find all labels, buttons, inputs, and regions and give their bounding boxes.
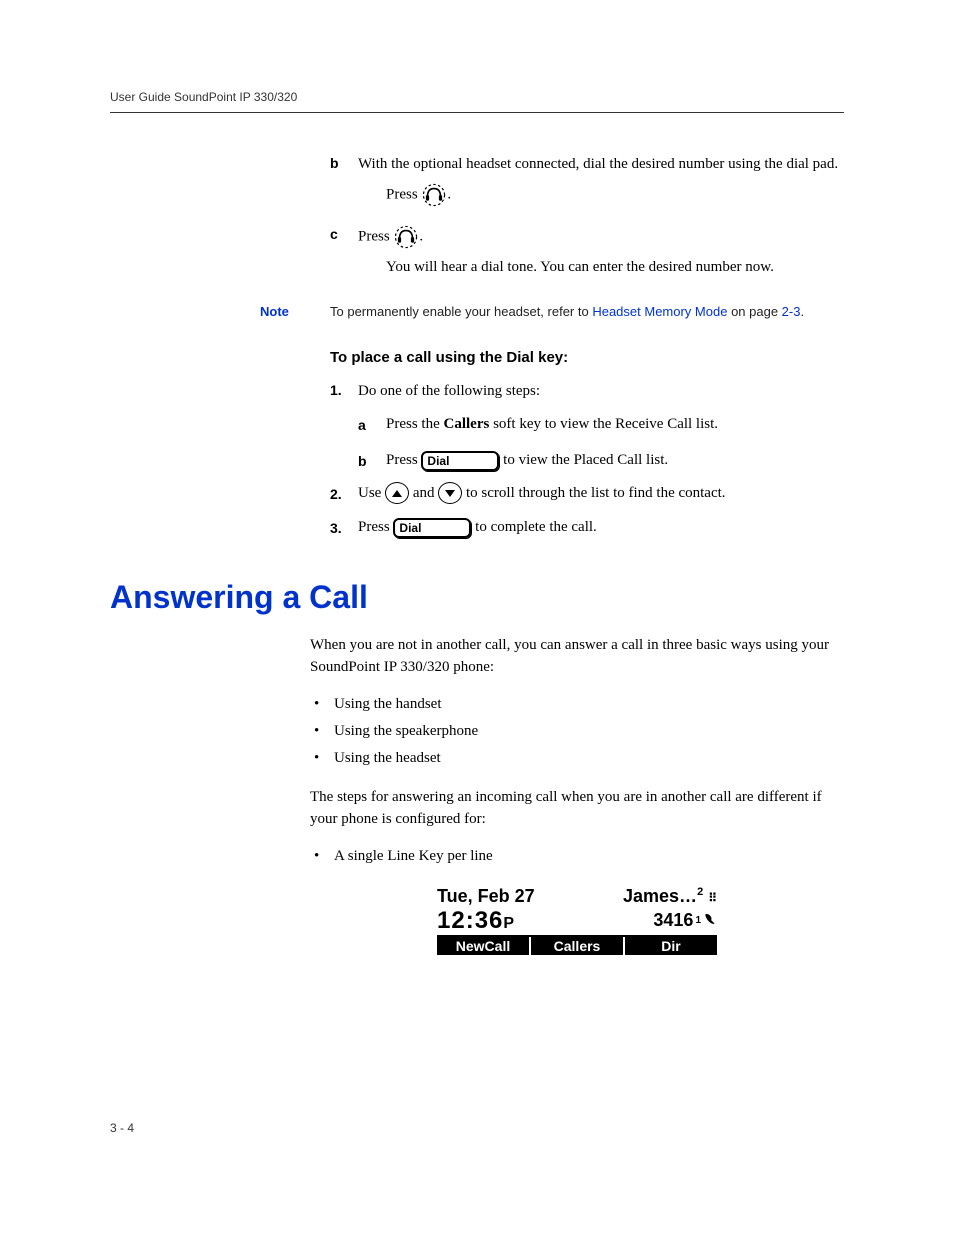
lcd-ext: 3416 xyxy=(653,910,693,931)
lcd-name-badge: 2 xyxy=(697,886,703,898)
s2-before: Use xyxy=(358,485,385,501)
lcd-ampm: P xyxy=(503,915,515,932)
list-item: Using the handset xyxy=(310,691,844,718)
step-1b-letter: b xyxy=(358,451,386,469)
step-2-num: 2. xyxy=(330,484,358,502)
note-before: To permanently enable your headset, refe… xyxy=(330,304,592,319)
step-1-num: 1. xyxy=(330,380,358,398)
phone-lcd-display: Tue, Feb 27 James…2 ⠿ 12:36P 34161 NewCa… xyxy=(437,886,717,955)
note-mid: on page xyxy=(727,304,781,319)
step-b-row: b With the optional headset connected, d… xyxy=(330,153,844,214)
answering-content: When you are not in another call, you ca… xyxy=(310,634,844,955)
lcd-row-1: Tue, Feb 27 James…2 ⠿ xyxy=(437,886,717,907)
s3-before: Press xyxy=(358,519,393,535)
note-row: Note To permanently enable your headset,… xyxy=(260,304,844,319)
step-1a-row: a Press the Callers soft key to view the… xyxy=(358,413,844,436)
note-text: To permanently enable your headset, refe… xyxy=(330,304,844,319)
note-page-link[interactable]: 2-3 xyxy=(782,304,801,319)
page-header: User Guide SoundPoint IP 330/320 xyxy=(110,90,844,104)
softkey-callers: Callers xyxy=(531,937,625,955)
header-rule xyxy=(110,112,844,113)
s2-after: to scroll through the list to find the c… xyxy=(466,485,726,501)
page-footer: 3 - 4 xyxy=(110,1121,134,1135)
step-2-body: Use and to scroll through the list to fi… xyxy=(358,482,844,505)
lcd-row-2: 12:36P 34161 xyxy=(437,907,717,935)
s2-mid: and xyxy=(413,485,438,501)
s1a-after: soft key to view the Receive Call list. xyxy=(489,416,718,432)
lcd-softkey-row: NewCall Callers Dir xyxy=(437,935,717,955)
lcd-ext-cell: 34161 xyxy=(653,907,717,935)
step-c-row: c Press . You will hear a dial tone. You… xyxy=(330,224,844,285)
step-c-press-word: Press xyxy=(358,228,393,244)
list-item: A single Line Key per line xyxy=(310,843,844,870)
lcd-date: Tue, Feb 27 xyxy=(437,886,535,907)
lcd-name-cell: James…2 ⠿ xyxy=(623,886,717,907)
s1a-before: Press the xyxy=(386,416,444,432)
step-1-row: 1. Do one of the following steps: xyxy=(330,380,844,403)
dial-key-button: Dial xyxy=(393,518,471,538)
content-block-top: b With the optional headset connected, d… xyxy=(330,153,844,284)
step-c-period: . xyxy=(419,228,423,244)
step-b-press-word: Press xyxy=(386,186,421,202)
step-1a-letter: a xyxy=(358,415,386,433)
para2: The steps for answering an incoming call… xyxy=(310,786,844,831)
list-item: Using the headset xyxy=(310,745,844,772)
lcd-name: James… xyxy=(623,886,697,906)
step-b-text1: With the optional headset connected, dia… xyxy=(358,156,838,172)
up-arrow-icon xyxy=(385,482,409,504)
config-list: A single Line Key per line xyxy=(310,843,844,870)
lcd-ext-badge: 1 xyxy=(695,915,701,926)
list-item: Using the speakerphone xyxy=(310,718,844,745)
step-1a-body: Press the Callers soft key to view the R… xyxy=(386,413,844,436)
s3-after: to complete the call. xyxy=(475,519,597,535)
note-after: . xyxy=(800,304,804,319)
section-title-answering: Answering a Call xyxy=(110,579,844,616)
content-block-dialkey: To place a call using the Dial key: 1. D… xyxy=(330,349,844,539)
headset-icon xyxy=(421,182,447,208)
keypad-icon: ⠿ xyxy=(708,891,717,905)
ways-list: Using the handset Using the speakerphone… xyxy=(310,691,844,772)
step-c-body: Press . You will hear a dial tone. You c… xyxy=(358,224,844,285)
dial-key-subhead: To place a call using the Dial key: xyxy=(330,349,844,366)
softkey-newcall: NewCall xyxy=(437,937,531,955)
step-1b-body: Press Dial to view the Placed Call list. xyxy=(386,449,844,472)
s1a-bold: Callers xyxy=(444,416,490,432)
note-link[interactable]: Headset Memory Mode xyxy=(592,304,727,319)
para1: When you are not in another call, you ca… xyxy=(310,634,844,679)
phone-handset-icon xyxy=(703,910,717,931)
step-1b-row: b Press Dial to view the Placed Call lis… xyxy=(358,449,844,472)
step-1-text: Do one of the following steps: xyxy=(358,380,844,403)
step-b-press-line: Press . xyxy=(386,182,844,208)
step-b-letter: b xyxy=(330,153,358,171)
step-c-letter: c xyxy=(330,224,358,242)
step-3-body: Press Dial to complete the call. xyxy=(358,516,844,539)
dial-key-button: Dial xyxy=(421,451,499,471)
s1b-before: Press xyxy=(386,452,421,468)
step-c-text2: You will hear a dial tone. You can enter… xyxy=(386,256,844,279)
step-2-row: 2. Use and to scroll through the list to… xyxy=(330,482,844,505)
s1b-after: to view the Placed Call list. xyxy=(503,452,668,468)
lcd-time-cell: 12:36P xyxy=(437,907,515,935)
step-b-body: With the optional headset connected, dia… xyxy=(358,153,844,214)
down-arrow-icon xyxy=(438,482,462,504)
step-b-period: . xyxy=(447,186,451,202)
lcd-time: 12:36 xyxy=(437,907,503,934)
headset-icon xyxy=(393,224,419,250)
step-3-row: 3. Press Dial to complete the call. xyxy=(330,516,844,539)
step-3-num: 3. xyxy=(330,518,358,536)
softkey-dir: Dir xyxy=(625,937,717,955)
note-label: Note xyxy=(260,304,330,319)
